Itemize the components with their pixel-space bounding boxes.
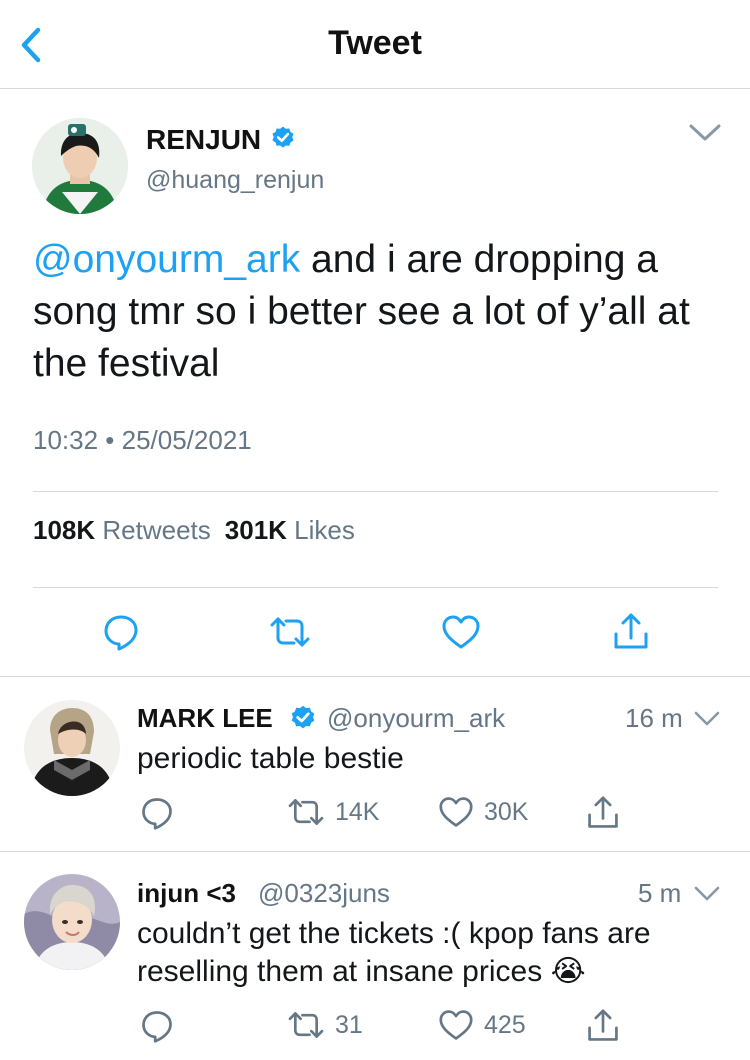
- share-icon: [588, 796, 618, 828]
- reply-retweet-button[interactable]: 14K: [287, 796, 379, 828]
- mention-link[interactable]: @onyourm_ark: [33, 238, 300, 281]
- reply-reply-button[interactable]: [139, 1008, 175, 1044]
- divider: [0, 676, 750, 677]
- tweet-detail-screen: Tweet RENJUN @huang_renjun @onyourm_ark …: [0, 0, 750, 1060]
- author-name[interactable]: RENJUN: [146, 124, 261, 156]
- reply-icon[interactable]: [101, 612, 141, 652]
- top-nav-bar: Tweet: [0, 0, 750, 89]
- reply-author-name[interactable]: injun <3: [137, 878, 236, 909]
- likes-label: Likes: [294, 515, 355, 545]
- retweet-count: 14K: [335, 797, 380, 826]
- retweet-icon: [288, 1012, 324, 1038]
- like-icon: [439, 797, 473, 827]
- reply-like-button[interactable]: 425: [438, 1008, 526, 1042]
- crying-face-emoji: 😭: [550, 955, 586, 988]
- tweet-text: @onyourm_ark and i are dropping a song t…: [33, 234, 723, 390]
- reply-avatar[interactable]: [24, 700, 120, 796]
- author-avatar[interactable]: [32, 118, 128, 214]
- retweet-icon: [288, 799, 324, 825]
- divider: [33, 587, 718, 588]
- reply-text: couldn’t get the tickets :( kpop fans ar…: [137, 915, 727, 991]
- reply-author-name[interactable]: MARK LEE: [137, 703, 273, 734]
- reply-avatar[interactable]: [24, 874, 120, 970]
- retweet-count: 31: [335, 1010, 363, 1039]
- avatar-image: [32, 118, 128, 214]
- avatar-image: [24, 700, 120, 796]
- retweets-label: Retweets: [102, 515, 211, 545]
- share-icon[interactable]: [612, 612, 650, 652]
- reply-share-button[interactable]: [586, 1008, 620, 1044]
- tweet-timestamp: 10:32 • 25/05/2021: [33, 425, 252, 455]
- like-icon: [439, 1010, 473, 1040]
- retweets-stat[interactable]: 108K Retweets: [33, 515, 211, 545]
- like-count: 30K: [484, 797, 529, 826]
- reply-retweet-button[interactable]: 31: [287, 1009, 363, 1041]
- like-count: 425: [484, 1010, 526, 1039]
- divider: [33, 491, 718, 492]
- reply-timestamp: 16 m: [625, 703, 683, 733]
- author-handle[interactable]: @huang_renjun: [146, 166, 324, 195]
- likes-stat[interactable]: 301K Likes: [225, 515, 355, 545]
- chevron-down-icon[interactable]: [694, 885, 720, 903]
- verified-badge-icon: [291, 705, 315, 729]
- reply-share-button[interactable]: [586, 795, 620, 831]
- chevron-down-icon[interactable]: [688, 122, 722, 144]
- verified-badge-icon: [272, 126, 294, 148]
- reply-icon: [142, 1011, 172, 1043]
- tweet-stats: 108K Retweets 301K Likes: [33, 515, 355, 546]
- reply-like-button[interactable]: 30K: [438, 795, 528, 829]
- likes-count: 301K: [224, 515, 287, 545]
- share-icon: [588, 1009, 618, 1041]
- reply-author-handle[interactable]: @0323juns: [258, 878, 390, 909]
- retweet-icon[interactable]: [269, 614, 311, 650]
- reply-author-handle[interactable]: @onyourm_ark: [327, 703, 505, 734]
- like-icon[interactable]: [441, 613, 481, 651]
- chevron-down-icon[interactable]: [694, 710, 720, 728]
- divider: [0, 851, 750, 852]
- retweets-count: 108K: [33, 515, 96, 545]
- avatar-image: [24, 874, 120, 970]
- reply-icon: [142, 798, 172, 830]
- reply-timestamp: 5 m: [638, 878, 682, 908]
- reply-text: periodic table bestie: [137, 742, 404, 775]
- page-title: Tweet: [328, 24, 422, 62]
- reply-reply-button[interactable]: [139, 795, 175, 831]
